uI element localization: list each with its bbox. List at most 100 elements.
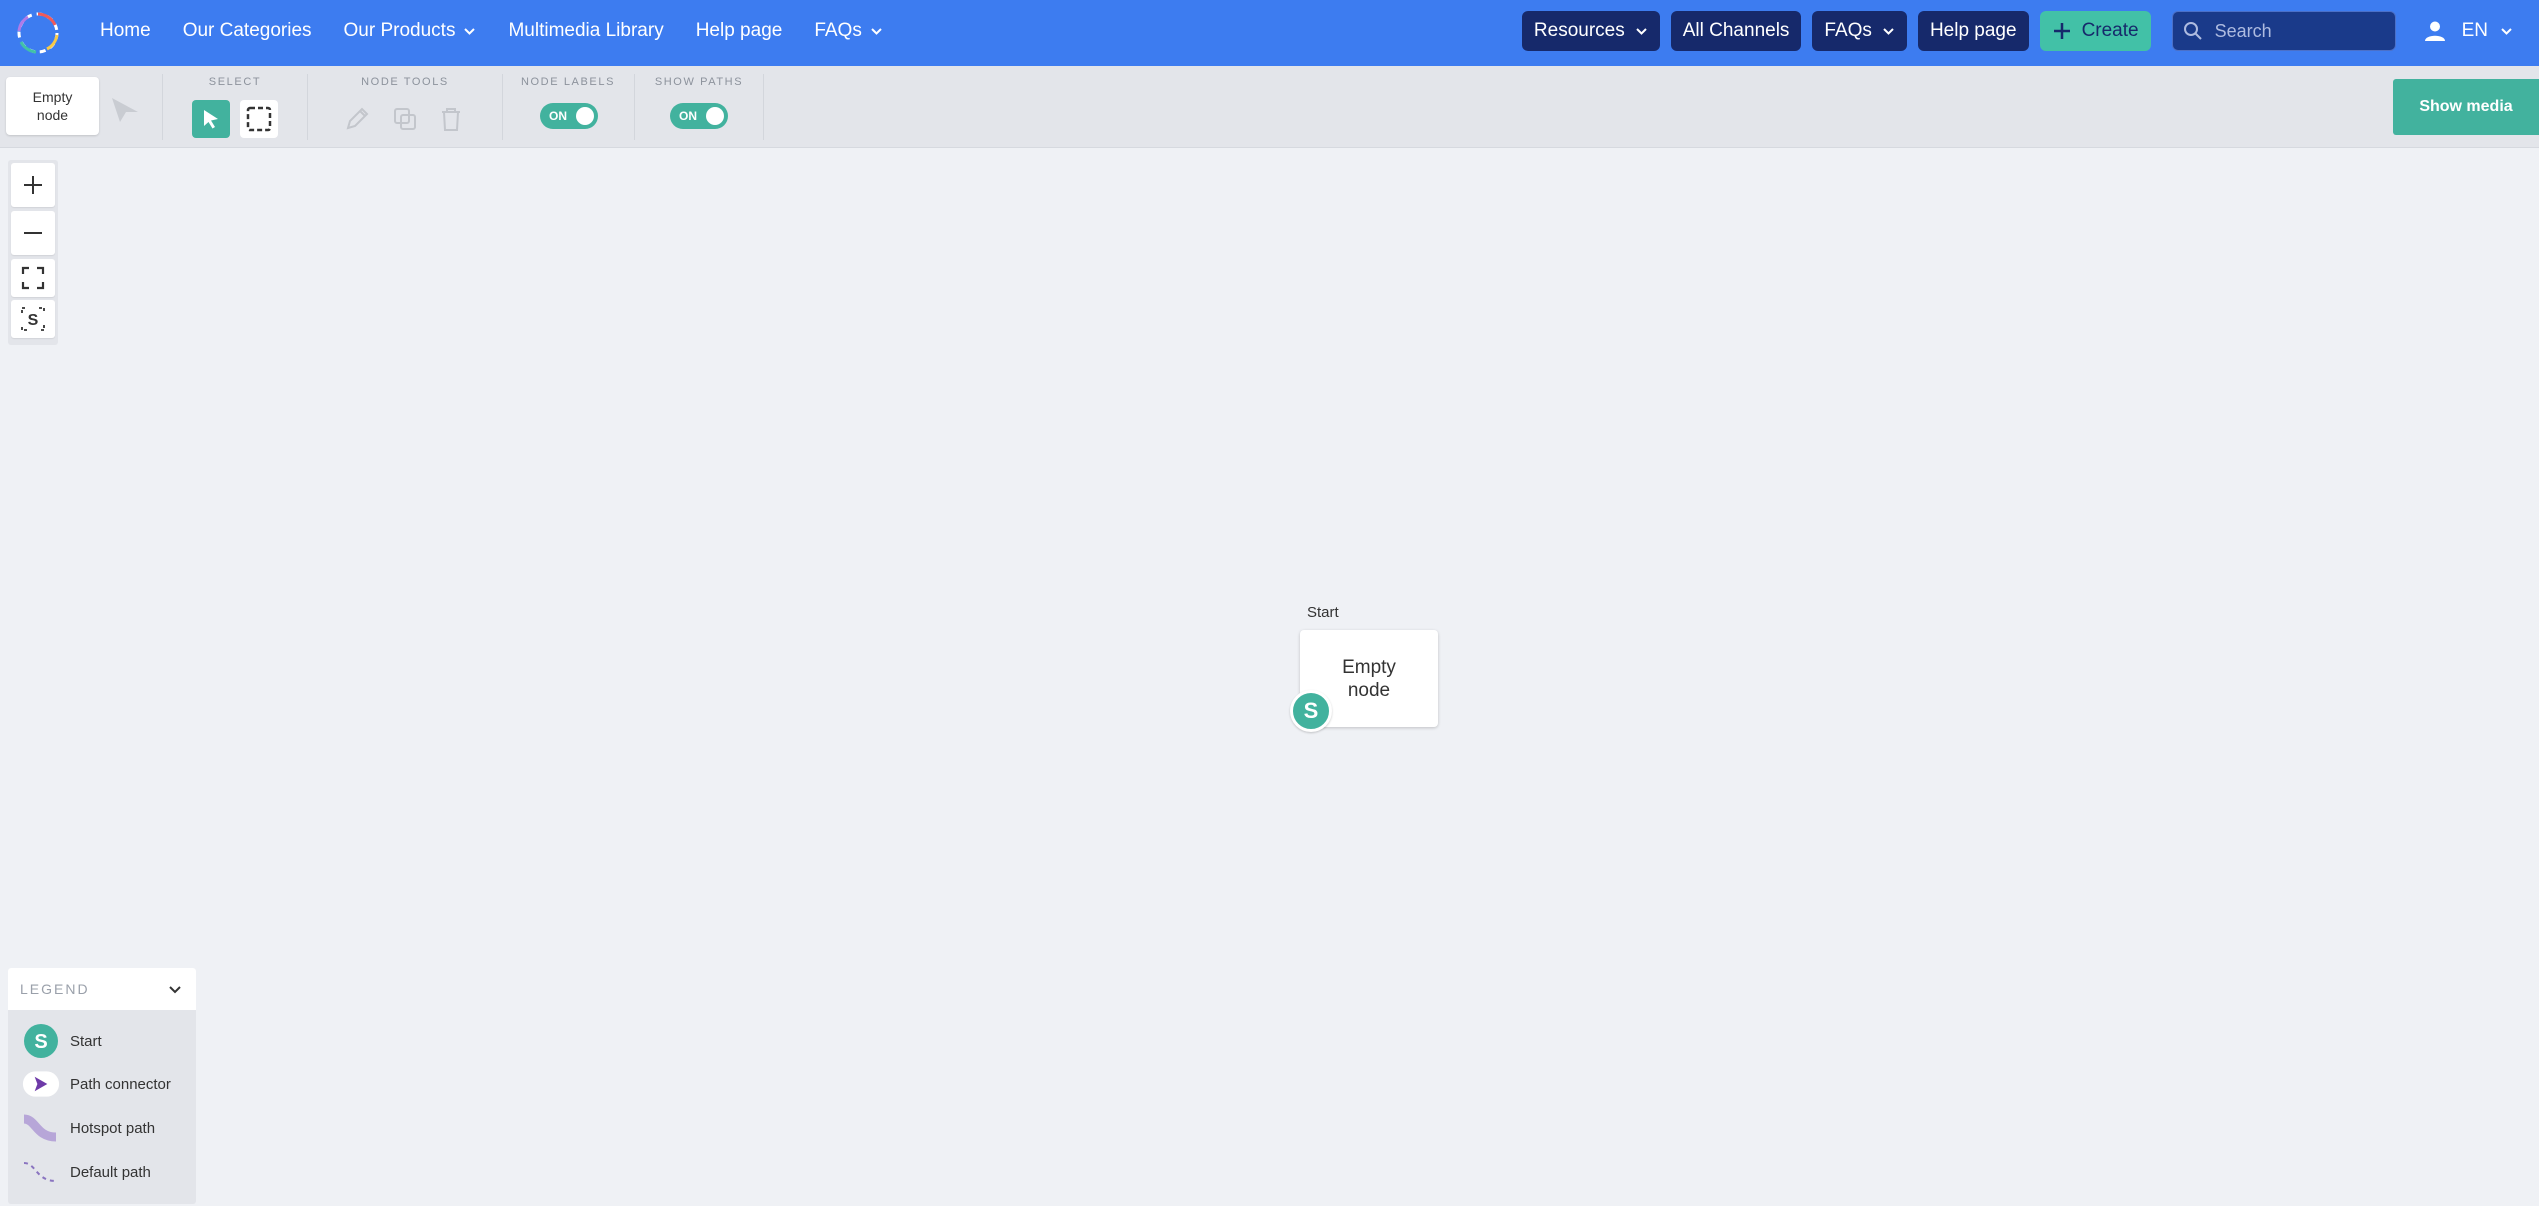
nav-multimedia-library-label: Multimedia Library	[508, 20, 664, 41]
start-badge-icon: S	[1290, 690, 1332, 732]
nav-multimedia-library[interactable]: Multimedia Library	[508, 20, 663, 42]
primary-nav: Home Our Categories Our Products Multime…	[100, 0, 915, 62]
show-media-label: Show media	[2419, 98, 2513, 115]
plus-icon	[2053, 23, 2070, 39]
nav-faqs-label: FAQs	[814, 20, 862, 41]
legend-item-label: Path connector	[70, 1075, 171, 1093]
duplicate-node-button[interactable]	[386, 100, 424, 138]
legend-item-label: Default path	[70, 1163, 151, 1181]
toggle-knob	[576, 107, 594, 125]
node-tools-group-label: NODE TOOLS	[361, 76, 449, 88]
start-icon: S	[22, 1022, 60, 1060]
legend-item-path-connector: Path connector	[22, 1065, 171, 1103]
show-paths-group-label: SHOW PATHS	[654, 76, 744, 88]
secondary-nav: Resources All Channels FAQs Help page Cr…	[1521, 0, 2539, 62]
node-title-label: Start	[1307, 604, 1339, 621]
cursor-arrow-icon	[204, 110, 218, 129]
legend-title: LEGEND	[20, 981, 90, 997]
faqs-label: FAQs	[1824, 20, 1872, 41]
chevron-down-icon	[2501, 27, 2512, 35]
copy-icon	[394, 108, 416, 130]
search-box[interactable]	[2171, 11, 2396, 51]
node-card-text: Empty node	[1342, 656, 1396, 701]
all-channels-button[interactable]: All Channels	[1670, 11, 1802, 51]
chevron-down-icon	[464, 27, 476, 35]
legend-item-label: Hotspot path	[70, 1119, 156, 1137]
node-labels-group-label: NODE LABELS	[520, 76, 616, 88]
language-selector[interactable]: EN	[2462, 20, 2513, 42]
nav-our-products-label: Our Products	[343, 20, 456, 41]
svg-text:S: S	[34, 1031, 47, 1053]
nav-help-page[interactable]: Help page	[696, 20, 783, 42]
toolbar-divider	[162, 74, 163, 140]
center-start-button[interactable]: S	[11, 300, 55, 338]
toolbar-divider	[502, 74, 503, 140]
node-labels-toggle[interactable]: ON	[540, 103, 598, 129]
nav-our-products[interactable]: Our Products	[344, 20, 477, 42]
help-page-label: Help page	[1929, 20, 2017, 41]
minus-icon	[24, 232, 42, 234]
top-navigation: Home Our Categories Our Products Multime…	[0, 0, 2539, 66]
user-icon[interactable]	[2424, 20, 2446, 42]
focus-start-icon: S	[21, 307, 45, 331]
node-template-chip[interactable]: Empty node	[6, 77, 99, 135]
nav-home-label: Home	[100, 20, 151, 41]
chevron-down-icon	[871, 27, 882, 35]
fit-to-screen-button[interactable]	[11, 259, 55, 297]
marquee-select-icon	[246, 106, 272, 132]
show-media-button[interactable]: Show media	[2393, 79, 2539, 135]
trash-icon	[442, 108, 460, 131]
help-page-button[interactable]: Help page	[1917, 11, 2029, 51]
language-label: EN	[2461, 20, 2488, 41]
zoom-controls: S	[8, 160, 58, 345]
search-icon	[2183, 22, 2202, 40]
pointer-select-button[interactable]	[192, 100, 230, 138]
show-paths-toggle[interactable]: ON	[670, 103, 728, 129]
drag-arrow-icon	[112, 98, 138, 122]
pencil-icon	[346, 107, 369, 130]
resources-dropdown[interactable]: Resources	[1521, 11, 1660, 51]
search-input[interactable]	[2212, 19, 2387, 43]
all-channels-label: All Channels	[1682, 20, 1790, 41]
legend-item-start: S Start	[22, 1022, 102, 1060]
path-connector-icon	[22, 1065, 60, 1103]
zoom-in-button[interactable]	[11, 163, 55, 207]
legend-item-hotspot-path: Hotspot path	[22, 1109, 155, 1147]
editor-toolbar: Empty node SELECT NODE TOOLS NODE LABELS…	[0, 66, 2539, 148]
brand-logo-icon[interactable]	[14, 9, 62, 57]
legend-panel: LEGEND S Start Path connector Hotspot pa…	[8, 968, 196, 1204]
edit-node-button[interactable]	[338, 100, 376, 138]
fullscreen-icon	[21, 266, 45, 290]
zoom-out-button[interactable]	[11, 211, 55, 255]
nav-home[interactable]: Home	[100, 20, 151, 42]
node-template-label: Empty node	[32, 89, 73, 123]
default-path-icon	[22, 1153, 60, 1191]
delete-node-button[interactable]	[432, 100, 470, 138]
faqs-dropdown[interactable]: FAQs	[1812, 11, 1907, 51]
start-badge-letter: S	[1303, 698, 1319, 723]
show-paths-toggle-state: ON	[679, 109, 697, 123]
nav-our-categories-label: Our Categories	[182, 20, 312, 41]
nav-help-page-label: Help page	[695, 20, 783, 41]
marquee-select-button[interactable]	[240, 100, 278, 138]
legend-item-default-path: Default path	[22, 1153, 151, 1191]
chevron-down-icon	[1636, 27, 1647, 35]
resources-label: Resources	[1533, 20, 1625, 41]
toolbar-divider	[307, 74, 308, 140]
legend-item-label: Start	[70, 1032, 102, 1050]
select-group-label: SELECT	[208, 76, 262, 88]
svg-text:S: S	[28, 312, 39, 329]
create-button[interactable]: Create	[2039, 11, 2151, 51]
hotspot-path-icon	[22, 1109, 60, 1147]
nav-faqs[interactable]: FAQs	[814, 20, 883, 42]
toggle-knob	[706, 107, 724, 125]
plus-icon	[24, 176, 42, 194]
toolbar-divider	[634, 74, 635, 140]
nav-our-categories[interactable]: Our Categories	[183, 20, 312, 42]
legend-header[interactable]: LEGEND	[8, 968, 196, 1010]
chevron-down-icon	[1883, 27, 1894, 35]
chevron-down-icon	[169, 985, 181, 993]
toolbar-divider	[763, 74, 764, 140]
node-labels-toggle-state: ON	[549, 109, 567, 123]
create-label: Create	[2081, 20, 2139, 41]
